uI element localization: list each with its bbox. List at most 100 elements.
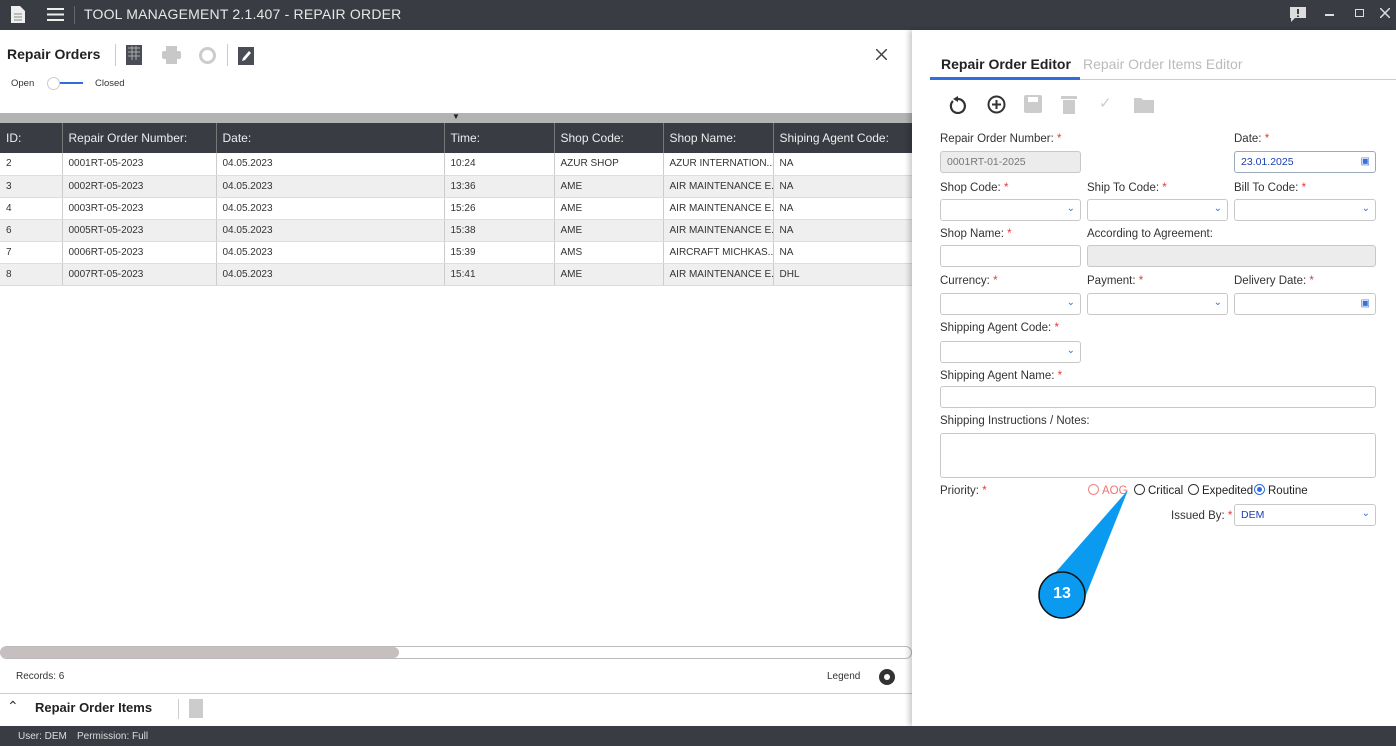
table-header: ID: Repair Order Number: Date: Time: Shop Co… bbox=[0, 123, 913, 153]
table-cell: 0002RT-05-2023 bbox=[62, 175, 217, 198]
group-panel-bar[interactable]: ▼ bbox=[0, 112, 912, 123]
table-cell: AIR MAINTENANCE E... bbox=[663, 219, 774, 242]
label-text: Payment: bbox=[1087, 275, 1136, 287]
agreement-field[interactable] bbox=[1087, 245, 1376, 267]
table-cell: 15:41 bbox=[444, 263, 555, 286]
chevron-down-icon: ⌄ bbox=[1361, 508, 1370, 519]
tab-repair-order-items-editor[interactable]: Repair Order Items Editor bbox=[1083, 56, 1243, 72]
label-agreement: According to Agreement: bbox=[1087, 228, 1213, 240]
table-cell: 04.05.2023 bbox=[216, 197, 445, 220]
table-row[interactable]: 2 0001RT-05-2023 04.05.2023 10:24 AZUR SHOP A… bbox=[0, 153, 913, 176]
bill_to-select[interactable]: ⌄ bbox=[1234, 199, 1376, 221]
ship_to-select[interactable]: ⌄ bbox=[1087, 199, 1228, 221]
ro_number-field[interactable]: 0001RT-01-2025 bbox=[940, 151, 1081, 173]
scrollbar-thumb[interactable] bbox=[1, 647, 399, 658]
required-mark: * bbox=[1309, 275, 1314, 287]
open-closed-toggle[interactable] bbox=[47, 77, 83, 90]
chevron-down-icon: ⌄ bbox=[1066, 345, 1075, 356]
close-window-button[interactable] bbox=[1380, 8, 1390, 18]
items-export-icon[interactable] bbox=[189, 699, 203, 718]
refresh-icon[interactable] bbox=[198, 46, 217, 65]
label-agent_name: Shipping Agent Name: * bbox=[940, 370, 1062, 382]
document-icon[interactable] bbox=[11, 6, 25, 23]
toggle-closed-label: Closed bbox=[95, 78, 125, 89]
table-cell: 7 bbox=[0, 241, 63, 264]
currency-select[interactable]: ⌄ bbox=[940, 293, 1081, 315]
add-icon[interactable] bbox=[987, 95, 1006, 114]
priority-radio-aog[interactable]: AOG bbox=[1088, 484, 1128, 497]
agent_name-field[interactable] bbox=[940, 386, 1376, 408]
check-icon[interactable]: ✓ bbox=[1099, 94, 1112, 112]
table-cell: AME bbox=[554, 197, 664, 220]
radio-label: Expedited bbox=[1202, 485, 1254, 497]
table-row[interactable]: 8 0007RT-05-2023 04.05.2023 15:41 AME AIR MAI… bbox=[0, 263, 913, 286]
table-cell: 13:36 bbox=[444, 175, 555, 198]
shop_name-field[interactable] bbox=[940, 245, 1081, 267]
label-priority: Priority: * bbox=[940, 485, 987, 497]
save-icon[interactable] bbox=[1024, 95, 1042, 113]
table-row[interactable]: 4 0003RT-05-2023 04.05.2023 15:26 AME AIR MAI… bbox=[0, 197, 913, 220]
column-header[interactable]: Date: bbox=[216, 123, 445, 153]
restore-button[interactable] bbox=[1355, 9, 1364, 17]
menu-icon[interactable] bbox=[47, 8, 64, 21]
expand-arrow-icon[interactable]: ▼ bbox=[452, 112, 460, 121]
notes-field[interactable] bbox=[940, 433, 1376, 478]
table-cell: NA bbox=[773, 153, 913, 176]
folder-icon[interactable] bbox=[1134, 96, 1154, 113]
horizontal-scrollbar[interactable] bbox=[0, 646, 912, 659]
issued_by-select[interactable]: DEM ⌄ bbox=[1234, 504, 1376, 526]
minimize-button[interactable] bbox=[1325, 14, 1334, 16]
radio-icon bbox=[1134, 484, 1145, 495]
feedback-icon[interactable] bbox=[1290, 7, 1306, 22]
table-cell: AMS bbox=[554, 241, 664, 264]
required-mark: * bbox=[1138, 275, 1144, 287]
table-row[interactable]: 7 0006RT-05-2023 04.05.2023 15:39 AMS AIRCRAF… bbox=[0, 241, 913, 264]
radio-label: Critical bbox=[1148, 485, 1184, 497]
edit-clipboard-icon[interactable] bbox=[238, 45, 254, 65]
required-mark: * bbox=[1007, 228, 1012, 240]
print-icon[interactable] bbox=[162, 46, 181, 64]
chevron-down-icon: ⌄ bbox=[1213, 297, 1222, 308]
shop_code-select[interactable]: ⌄ bbox=[940, 199, 1081, 221]
column-header[interactable]: Shop Name: bbox=[663, 123, 774, 153]
table-cell: AIR MAINTENANCE E... bbox=[663, 263, 774, 286]
table-row[interactable]: 6 0005RT-05-2023 04.05.2023 15:38 AME AIR MAI… bbox=[0, 219, 913, 242]
eye-icon[interactable] bbox=[879, 669, 895, 685]
table-row[interactable]: 3 0002RT-05-2023 04.05.2023 13:36 AME AIR MAI… bbox=[0, 175, 913, 198]
table-cell: 15:38 bbox=[444, 219, 555, 242]
priority-radio-critical[interactable]: Critical bbox=[1134, 484, 1183, 497]
delivery-field[interactable]: ▣ bbox=[1234, 293, 1376, 315]
table-cell: 3 bbox=[0, 175, 63, 198]
column-header[interactable]: Time: bbox=[444, 123, 555, 153]
priority-radio-routine[interactable]: Routine bbox=[1254, 484, 1308, 497]
close-panel-icon[interactable] bbox=[876, 49, 887, 60]
required-mark: * bbox=[1054, 322, 1059, 334]
collapse-chevron-icon[interactable]: ⌃ bbox=[7, 698, 19, 715]
column-header[interactable]: Repair Order Number: bbox=[62, 123, 217, 153]
legend-label: Legend bbox=[827, 671, 861, 682]
date-field[interactable]: 23.01.2025 ▣ bbox=[1234, 151, 1376, 173]
radio-icon bbox=[1254, 484, 1265, 495]
tab-repair-order-editor[interactable]: Repair Order Editor bbox=[941, 56, 1071, 72]
agent_code-select[interactable]: ⌄ bbox=[940, 341, 1081, 363]
calendar-icon[interactable]: ▣ bbox=[1361, 156, 1370, 167]
table-cell: 6 bbox=[0, 219, 63, 242]
label-notes: Shipping Instructions / Notes: bbox=[940, 415, 1090, 427]
priority-radio-expedited[interactable]: Expedited bbox=[1188, 484, 1253, 497]
column-header[interactable]: Shiping Agent Code: bbox=[773, 123, 913, 153]
calendar-icon[interactable]: ▣ bbox=[1361, 298, 1370, 309]
required-mark: * bbox=[1264, 133, 1270, 145]
table-cell: AME bbox=[554, 219, 664, 242]
radio-icon bbox=[1188, 484, 1199, 495]
column-header[interactable]: Shop Code: bbox=[554, 123, 664, 153]
export-excel-icon[interactable] bbox=[126, 45, 142, 65]
items-section-title[interactable]: Repair Order Items bbox=[35, 700, 152, 715]
label-payment: Payment: * bbox=[1087, 275, 1143, 287]
panel-title: Repair Orders bbox=[7, 46, 101, 62]
required-mark: * bbox=[982, 485, 987, 497]
payment-select[interactable]: ⌄ bbox=[1087, 293, 1228, 315]
delete-icon[interactable] bbox=[1061, 95, 1077, 114]
undo-icon[interactable] bbox=[949, 96, 967, 114]
column-header[interactable]: ID: bbox=[0, 123, 63, 153]
label-text: Shipping Instructions / Notes: bbox=[940, 415, 1090, 427]
